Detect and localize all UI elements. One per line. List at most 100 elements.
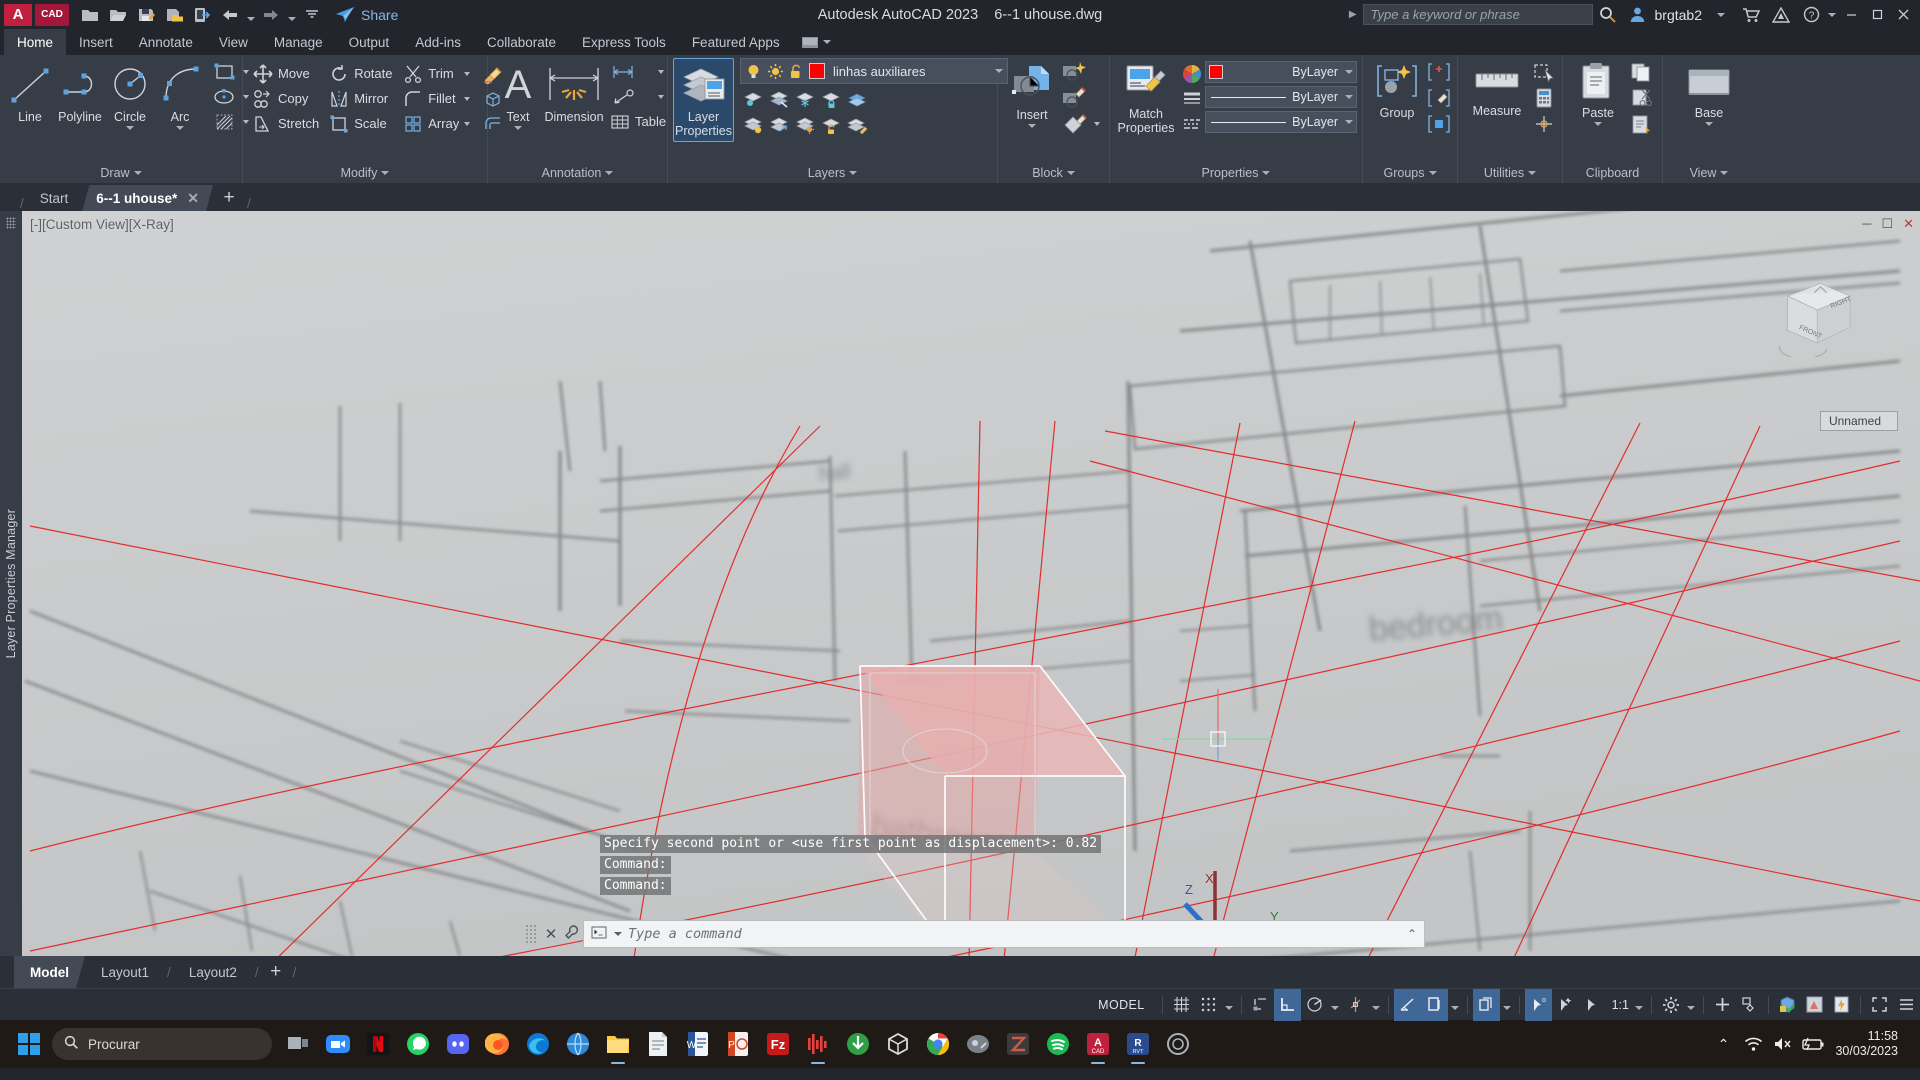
match-properties-button[interactable]: Match Properties (1115, 59, 1177, 138)
lineweight-icon[interactable] (1179, 90, 1205, 108)
photoshop-app-icon[interactable] (958, 1022, 998, 1066)
insert-dropdown-caret-icon[interactable] (1028, 124, 1036, 128)
tab-output[interactable]: Output (336, 29, 403, 55)
powerpoint-app-icon[interactable]: P (718, 1022, 758, 1066)
paste-button[interactable]: Paste (1568, 59, 1628, 129)
tab-home[interactable]: Home (4, 29, 67, 55)
quick-select-icon[interactable] (1531, 59, 1557, 85)
annotation-scale-label[interactable]: 1:1 (1606, 998, 1632, 1012)
layer-lock-icon[interactable] (818, 86, 844, 112)
isolate-objects-icon[interactable] (1736, 989, 1763, 1021)
array-dropdown-caret-icon[interactable] (464, 121, 471, 126)
annotation-linear-button[interactable] (605, 59, 671, 84)
linetype-combo-caret-icon[interactable] (1345, 120, 1353, 124)
paste-special-icon[interactable] (1628, 111, 1654, 137)
modify-array-button[interactable]: Array (398, 111, 477, 136)
paste-dropdown-caret-icon[interactable] (1594, 122, 1602, 126)
modify-mirror-button[interactable]: Mirror (324, 86, 398, 111)
annotation-visibility-icon[interactable] (1801, 989, 1828, 1021)
base-dropdown-caret-icon[interactable] (1705, 122, 1713, 126)
annotation-scale-caret-icon[interactable] (1632, 989, 1646, 1021)
layer-thaw-all-icon[interactable] (792, 112, 818, 138)
new-file-icon[interactable] (77, 3, 103, 26)
edit-attributes-button[interactable] (1061, 111, 1104, 136)
linetype-icon[interactable] (1179, 115, 1205, 133)
base-view-button[interactable]: Base (1676, 59, 1742, 129)
wrench-icon[interactable] (561, 924, 583, 944)
panel-grip-handle[interactable] (6, 217, 16, 229)
layer-on-icon[interactable] (745, 63, 762, 80)
color-combo-caret-icon[interactable] (1345, 70, 1353, 74)
cart-icon[interactable] (1736, 2, 1766, 28)
revit-app-icon[interactable]: R RVT (1118, 1022, 1158, 1066)
layer-isolate-icon[interactable] (740, 86, 766, 112)
drawing-canvas[interactable]: bedroom bathroom study hall (0, 211, 1920, 956)
draw-line-button[interactable]: Line (5, 59, 55, 127)
command-input[interactable]: Type a command ⌃ (583, 920, 1425, 948)
model-space-button[interactable]: MODEL (1086, 998, 1156, 1012)
create-block-icon[interactable] (1061, 59, 1087, 85)
workspace-selector[interactable] (793, 29, 839, 55)
modify-copy-button[interactable]: Copy (248, 86, 324, 111)
measure-button[interactable]: Measure (1463, 59, 1531, 121)
object-snap-tracking-caret-icon[interactable] (1369, 989, 1383, 1021)
infer-constraints-icon[interactable] (1247, 989, 1274, 1021)
sketchup-app-icon[interactable] (878, 1022, 918, 1066)
search-expand-caret-icon[interactable]: ▶ (1349, 9, 1363, 20)
browser-app-icon[interactable] (558, 1022, 598, 1066)
spotify-app-icon[interactable] (1038, 1022, 1078, 1066)
calculator-icon[interactable] (1531, 85, 1557, 111)
redo-icon[interactable] (258, 3, 284, 26)
customization-icon[interactable] (1893, 989, 1920, 1021)
netflix-app-icon[interactable] (358, 1022, 398, 1066)
minimize-button[interactable] (1838, 0, 1864, 29)
panel-expand-caret-icon[interactable] (1428, 171, 1437, 175)
copy-clip-icon[interactable] (1628, 59, 1654, 85)
panel-expand-caret-icon[interactable] (605, 171, 614, 175)
leader-dropdown-caret-icon[interactable] (658, 94, 665, 99)
tab-insert[interactable]: Insert (66, 29, 126, 55)
avatar[interactable] (1623, 2, 1653, 28)
tab-add-ins[interactable]: Add-ins (402, 29, 474, 55)
filezilla-app-icon[interactable]: Fz (758, 1022, 798, 1066)
panel-expand-caret-icon[interactable] (1528, 171, 1537, 175)
help-dropdown-caret-icon[interactable] (1826, 2, 1838, 28)
file-explorer-icon[interactable] (598, 1022, 638, 1066)
zbrush-app-icon[interactable] (998, 1022, 1038, 1066)
annotation-monitor-icon[interactable] (1709, 989, 1736, 1021)
modify-move-button[interactable]: Move (248, 61, 324, 86)
share-button[interactable]: Share (335, 6, 398, 23)
layer-unisolate-icon[interactable] (766, 112, 792, 138)
file-tab-start[interactable]: Start (26, 185, 83, 211)
firefox-app-icon[interactable] (478, 1022, 518, 1066)
tab-layout2[interactable]: Layout2 (173, 956, 253, 988)
point-style-icon[interactable] (1531, 111, 1557, 137)
group-selection-icon[interactable] (1426, 111, 1452, 137)
search-icon[interactable] (1593, 2, 1623, 28)
modify-stretch-button[interactable]: Stretch (248, 111, 324, 136)
edit-block-icon[interactable] (1061, 85, 1087, 111)
layer-freeze-layer-icon[interactable] (792, 86, 818, 112)
layer-turn-all-on-icon[interactable] (740, 112, 766, 138)
object-snap-tracking-icon[interactable] (1342, 989, 1369, 1021)
layer-merge-icon[interactable] (844, 86, 870, 112)
volume-muted-icon[interactable] (1769, 1024, 1797, 1064)
group-button[interactable]: Group (1368, 59, 1426, 123)
qbittorrent-app-icon[interactable] (838, 1022, 878, 1066)
battery-icon[interactable] (1799, 1024, 1827, 1064)
snap-mode-icon[interactable] (1195, 989, 1222, 1021)
whatsapp-app-icon[interactable] (398, 1022, 438, 1066)
layer-unlock-icon[interactable] (789, 63, 804, 80)
dynamic-ucs-icon[interactable] (1579, 989, 1606, 1021)
text-dropdown-caret-icon[interactable] (514, 126, 522, 130)
help-icon[interactable]: ? (1796, 2, 1826, 28)
block-insert-button[interactable]: Insert (1003, 59, 1061, 131)
new-tab-button[interactable]: + (213, 185, 245, 211)
word-app-icon[interactable]: W (678, 1022, 718, 1066)
polar-tracking-icon[interactable] (1301, 989, 1328, 1021)
annotation-dimension-button[interactable]: Dimension (543, 59, 605, 127)
fillet-dropdown-caret-icon[interactable] (464, 96, 471, 101)
customize-qat-icon[interactable] (299, 3, 325, 26)
lineweight-combo[interactable]: ByLayer (1205, 86, 1357, 108)
tab-model[interactable]: Model (14, 956, 85, 988)
